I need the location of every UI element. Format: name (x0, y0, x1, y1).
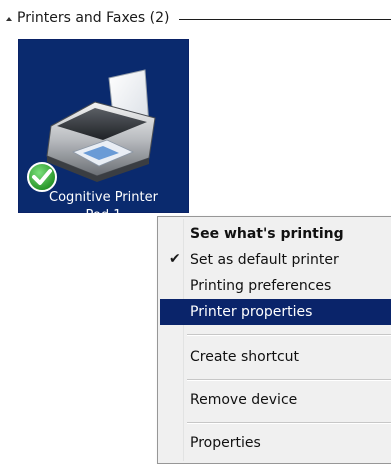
menu-item-printing-preferences[interactable]: Printing preferences (160, 273, 391, 299)
menu-separator (187, 422, 391, 424)
collapse-arrow-icon[interactable] (6, 17, 12, 21)
context-menu: See what's printing ✔ Set as default pri… (157, 216, 391, 464)
checkmark-icon: ✔ (169, 251, 181, 267)
group-divider (179, 19, 391, 20)
menu-item-properties[interactable]: Properties (160, 430, 391, 456)
menu-item-label: Set as default printer (190, 252, 339, 268)
device-name-line1: Cognitive Printer (19, 189, 188, 207)
menu-item-see-whats-printing[interactable]: See what's printing (160, 221, 391, 247)
group-header[interactable]: Printers and Faxes (2) (4, 4, 391, 32)
menu-separator (187, 334, 391, 336)
group-title: Printers and Faxes (2) (17, 10, 170, 26)
menu-item-create-shortcut[interactable]: Create shortcut (160, 344, 391, 370)
menu-item-remove-device[interactable]: Remove device (160, 387, 391, 413)
menu-item-set-default-printer[interactable]: ✔ Set as default printer (160, 247, 391, 273)
menu-separator (187, 379, 391, 381)
menu-item-printer-properties[interactable]: Printer properties (160, 299, 391, 325)
device-tile-cognitive-printer[interactable]: Cognitive Printer Pod 1 (18, 39, 189, 213)
